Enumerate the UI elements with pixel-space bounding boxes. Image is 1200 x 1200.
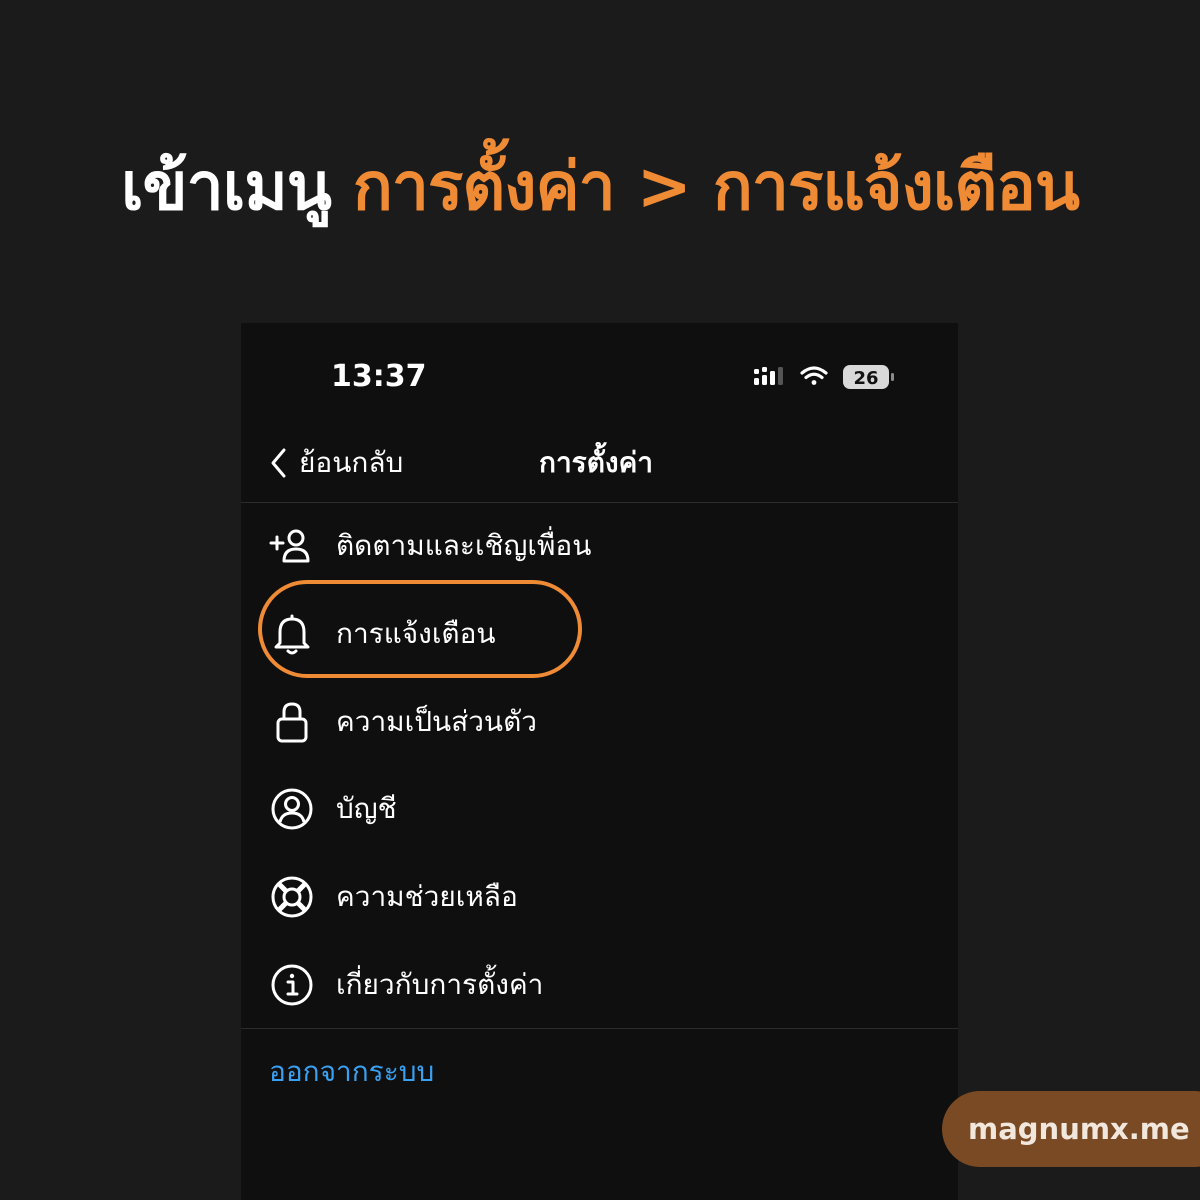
page-title: การตั้งค่า <box>539 446 654 479</box>
menu-item-about-settings[interactable]: เกี่ยวกับการตั้งค่า <box>269 955 769 1015</box>
menu-item-label: บัญชี <box>336 792 397 825</box>
logout-link[interactable]: ออกจากระบบ <box>269 1050 434 1094</box>
battery-level: 26 <box>853 368 878 389</box>
header-divider <box>241 502 958 503</box>
menu-item-notifications[interactable]: การแจ้งเตือน <box>269 604 769 664</box>
phone-screen: 13:37 26 ย้อนกลับ การตั้งค่า ติดตามและเช… <box>241 323 958 1200</box>
menu-item-label: การแจ้งเตือน <box>336 617 496 650</box>
cellular-signal-icon <box>754 367 783 385</box>
menu-item-label: ติดตามและเชิญเพื่อน <box>336 529 592 562</box>
menu-item-label: ความช่วยเหลือ <box>336 880 518 913</box>
tutorial-graphic: เข้าเมนู การตั้งค่า > การแจ้งเตือน 13:37… <box>0 0 1200 1200</box>
menu-item-privacy[interactable]: ความเป็นส่วนตัว <box>269 692 769 752</box>
battery-icon: 26 <box>843 365 894 389</box>
menu-item-label: ความเป็นส่วนตัว <box>336 705 537 738</box>
menu-item-label: เกี่ยวกับการตั้งค่า <box>336 968 544 1001</box>
lock-icon <box>269 699 315 745</box>
menu-item-help[interactable]: ความช่วยเหลือ <box>269 867 769 927</box>
info-icon <box>269 962 315 1008</box>
headline: เข้าเมนู การตั้งค่า > การแจ้งเตือน <box>0 142 1200 232</box>
headline-menu-path: การตั้งค่า > การแจ้งเตือน <box>352 148 1080 225</box>
menu-divider <box>241 1028 958 1029</box>
bell-icon <box>269 611 315 657</box>
back-button[interactable]: ย้อนกลับ <box>269 441 403 485</box>
back-label: ย้อนกลับ <box>299 446 404 479</box>
lifebuoy-icon <box>269 874 315 920</box>
account-circle-icon <box>269 786 315 832</box>
add-person-icon <box>269 523 315 569</box>
menu-item-account[interactable]: บัญชี <box>269 779 769 839</box>
wifi-icon <box>800 366 828 385</box>
chevron-left-icon <box>271 448 286 478</box>
headline-prefix: เข้าเมนู <box>120 148 332 225</box>
watermark-badge: magnumx.me <box>942 1091 1200 1167</box>
menu-item-follow-invite-friends[interactable]: ติดตามและเชิญเพื่อน <box>269 516 769 576</box>
status-icons: 26 <box>754 365 894 389</box>
status-time: 13:37 <box>331 359 427 394</box>
